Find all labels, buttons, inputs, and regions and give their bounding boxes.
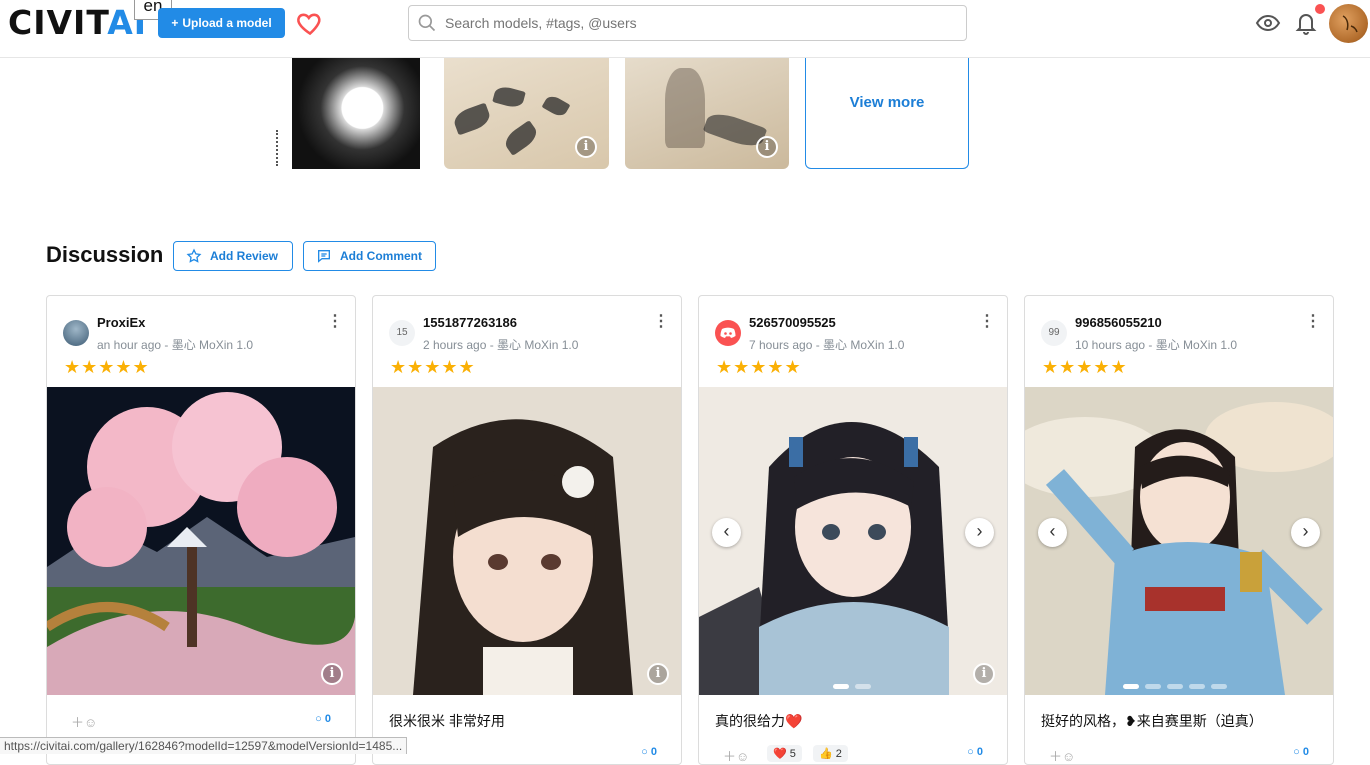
card-meta: an hour ago - 墨心 MoXin 1.0 (97, 338, 254, 352)
info-icon[interactable]: i (575, 136, 597, 158)
search-icon (418, 14, 436, 32)
discussion-title: Discussion (46, 242, 164, 267)
add-comment-button[interactable]: Add Comment (303, 241, 436, 271)
comment-count[interactable]: ○ 0 (967, 746, 983, 758)
comment-count[interactable]: ○ 0 (315, 713, 331, 725)
user-avatar[interactable] (1329, 4, 1368, 43)
review-card[interactable]: ProxiEx an hour ago - 墨心 MoXin 1.0 ⋮ ★★★… (46, 295, 356, 765)
review-text: 真的很给力❤️ (715, 713, 803, 729)
review-card[interactable]: 15 1551877263186 2 hours ago - 墨心 MoXin … (372, 295, 682, 765)
star-rating: ★★★★★ (390, 357, 476, 377)
more-menu-icon[interactable]: ⋮ (653, 314, 669, 330)
gallery-image[interactable]: i (444, 58, 609, 169)
star-rating: ★★★★★ (64, 357, 150, 377)
add-review-button[interactable]: Add Review (173, 241, 293, 271)
more-menu-icon[interactable]: ⋮ (979, 314, 995, 330)
review-text: 很米很米 非常好用 (389, 713, 505, 729)
add-review-label: Add Review (210, 249, 279, 263)
review-text: 挺好的风格，❥来自赛里斯（迫真） (1041, 713, 1263, 729)
review-image[interactable]: i (373, 387, 681, 695)
add-comment-label: Add Comment (340, 249, 422, 263)
more-menu-icon[interactable]: ⋮ (1305, 314, 1321, 330)
view-more-button[interactable]: View more (805, 56, 969, 169)
star-rating: ★★★★★ (716, 357, 802, 377)
avatar[interactable]: 99 (1041, 320, 1067, 346)
discord-avatar-icon[interactable] (715, 320, 741, 346)
carousel-next-button[interactable]: › (1291, 518, 1320, 547)
star-outline-icon (186, 248, 202, 263)
bell-icon[interactable] (1294, 10, 1318, 36)
carousel-dots[interactable] (1123, 684, 1227, 689)
card-username[interactable]: ProxiEx (97, 315, 145, 330)
gallery-image[interactable]: i (625, 58, 789, 169)
review-card[interactable]: 99 996856055210 10 hours ago - 墨心 MoXin … (1024, 295, 1334, 765)
upload-model-label: Upload a model (182, 16, 272, 30)
avatar[interactable]: 15 (389, 320, 415, 346)
card-meta: 10 hours ago - 墨心 MoXin 1.0 (1075, 338, 1238, 352)
comment-count[interactable]: ○ 0 (1293, 746, 1309, 758)
gallery-image[interactable] (292, 58, 420, 169)
carousel-prev-button[interactable]: ‹ (1038, 518, 1067, 547)
review-image[interactable]: i (47, 387, 355, 695)
card-username[interactable]: 1551877263186 (423, 315, 517, 330)
star-rating: ★★★★★ (1042, 357, 1128, 377)
review-image[interactable]: ‹ › i (699, 387, 1007, 695)
top-header: CIVITAI en + Upload a model (0, 0, 1370, 58)
heart-icon[interactable] (296, 9, 324, 37)
eye-icon[interactable] (1255, 11, 1281, 35)
review-card[interactable]: 526570095525 7 hours ago - 墨心 MoXin 1.0 … (698, 295, 1008, 765)
card-meta: 2 hours ago - 墨心 MoXin 1.0 (423, 338, 579, 352)
carousel-next-button[interactable]: › (965, 518, 994, 547)
notification-dot (1315, 4, 1325, 14)
card-meta: 7 hours ago - 墨心 MoXin 1.0 (749, 338, 905, 352)
info-icon[interactable]: i (973, 663, 995, 685)
comment-count[interactable]: ○ 0 (641, 746, 657, 758)
status-bar-url: https://civitai.com/gallery/162846?model… (0, 737, 408, 754)
info-icon[interactable]: i (756, 136, 778, 158)
add-reaction-button[interactable]: ＋☺ (71, 712, 97, 731)
civitai-logo[interactable]: CIVITAI (8, 6, 147, 40)
message-icon (318, 250, 330, 263)
review-image[interactable]: ‹ › (1025, 387, 1333, 695)
search-input[interactable] (445, 15, 925, 31)
avatar[interactable] (63, 320, 89, 346)
plus-icon: + (171, 16, 179, 30)
card-username[interactable]: 526570095525 (749, 315, 836, 330)
search-bar[interactable] (408, 5, 967, 41)
upload-model-button[interactable]: + Upload a model (158, 8, 285, 38)
vertical-text-fragment (276, 130, 282, 166)
add-reaction-button[interactable]: ＋☺ (1049, 746, 1075, 764)
carousel-dots[interactable] (833, 684, 871, 689)
more-menu-icon[interactable]: ⋮ (327, 314, 343, 330)
info-icon[interactable]: i (647, 663, 669, 685)
card-username[interactable]: 996856055210 (1075, 315, 1162, 330)
info-icon[interactable]: i (321, 663, 343, 685)
carousel-prev-button[interactable]: ‹ (712, 518, 741, 547)
add-reaction-button[interactable]: ＋☺ (723, 746, 749, 764)
